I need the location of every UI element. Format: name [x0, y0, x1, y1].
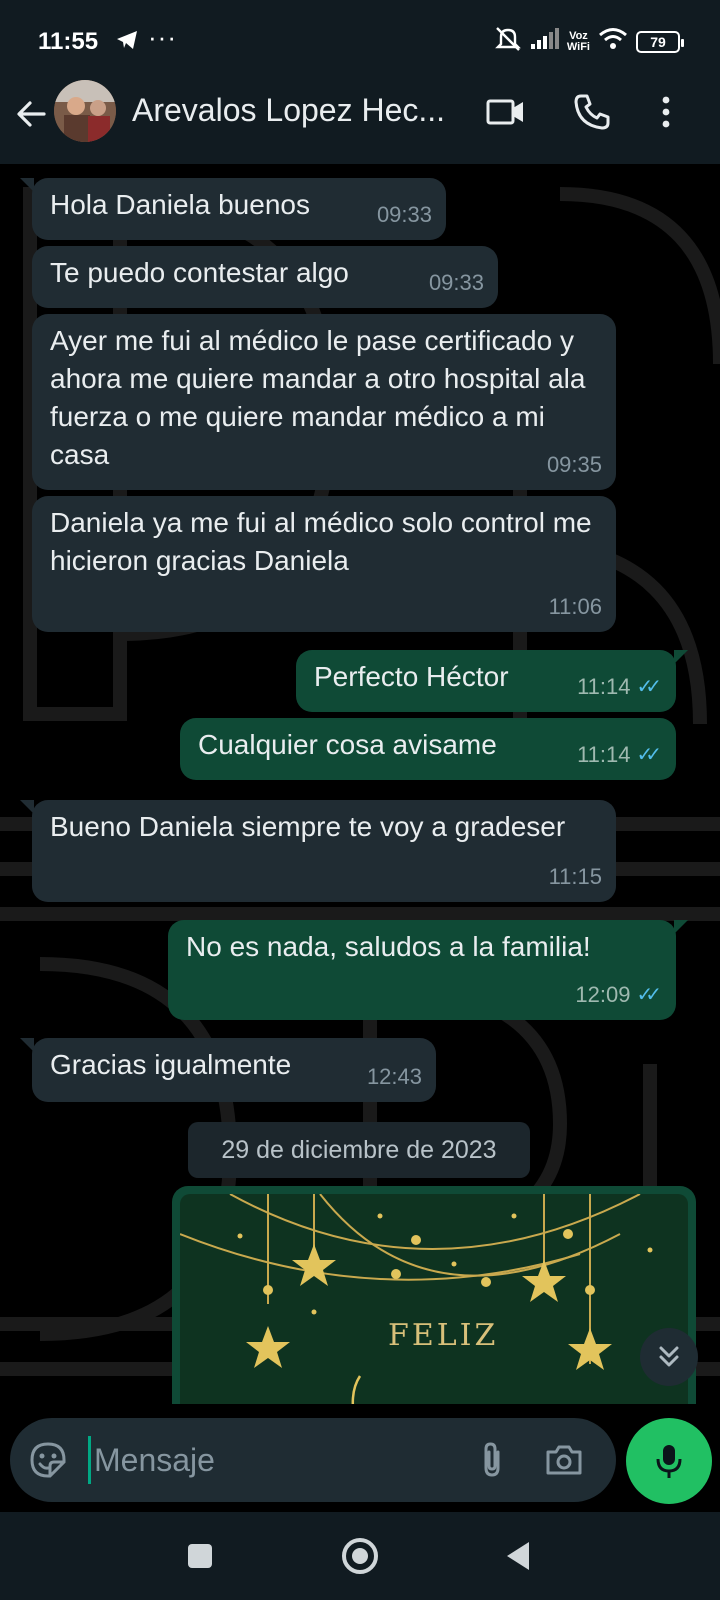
message-bubble-incoming[interactable]: Daniela ya me fui al médico solo control… [32, 496, 616, 632]
message-meta: 09:35 [547, 446, 602, 484]
message-text: Bueno Daniela siempre te voy a gradeser [50, 811, 566, 842]
message-input[interactable] [94, 1438, 454, 1482]
message-text: Daniela ya me fui al médico solo control… [50, 507, 592, 576]
voz-wifi-label: Voz WiFi [566, 30, 590, 53]
message-time: 11:14 [577, 742, 631, 767]
read-ticks-icon: ✓✓ [636, 744, 661, 766]
message-bubble-outgoing[interactable]: Perfecto Héctor 11:14 ✓✓ [296, 650, 688, 712]
phone-icon[interactable] [572, 92, 612, 132]
message-time: 09:33 [428, 270, 484, 295]
video-call-icon[interactable] [486, 92, 526, 132]
more-vertical-icon[interactable] [646, 92, 686, 132]
camera-icon[interactable] [544, 1440, 584, 1485]
message-meta: 09:33 [429, 264, 484, 302]
message-time: 11:15 [548, 864, 602, 889]
message-bubble-incoming[interactable]: Ayer me fui al médico le pase certificad… [32, 314, 616, 490]
status-bar: 11:55 ··· Voz WiFi 79 [0, 0, 720, 80]
message-bubble-outgoing[interactable]: Cualquier cosa avisame 11:14 ✓✓ [180, 718, 676, 780]
card-text: FELIZ [388, 1318, 499, 1353]
home-icon[interactable] [338, 1534, 382, 1578]
status-overflow: ··· [148, 22, 177, 52]
double-chevron-down-icon [659, 1346, 679, 1367]
back-arrow-icon[interactable] [14, 96, 50, 132]
back-nav-icon[interactable] [496, 1534, 540, 1578]
message-meta: 12:43 [367, 1058, 422, 1096]
message-time: 11:06 [548, 594, 602, 619]
message-bubble-incoming[interactable]: Bueno Daniela siempre te voy a gradeser … [20, 800, 616, 902]
message-meta: 11:15 [549, 858, 602, 896]
telegram-icon [116, 30, 138, 55]
voice-message-button[interactable] [626, 1418, 712, 1504]
battery-level: 79 [650, 33, 666, 50]
message-meta: 11:06 [549, 588, 602, 626]
system-nav-bar [0, 1512, 720, 1600]
text-caret [88, 1436, 91, 1484]
message-meta: 11:14 ✓✓ [577, 736, 662, 774]
mute-icon [493, 26, 523, 57]
message-text: No es nada, saludos a la familia! [186, 931, 591, 962]
message-bubble-incoming[interactable]: Te puedo contestar algo 09:33 [32, 246, 498, 308]
message-bubble-incoming[interactable]: Hola Daniela buenos 09:33 [20, 178, 446, 240]
message-text: Te puedo contestar algo [50, 257, 349, 288]
message-time: 09:35 [546, 452, 602, 477]
message-meta: 12:09 ✓✓ [575, 976, 662, 1014]
image-message[interactable]: FELIZ [172, 1186, 696, 1404]
battery-icon: 79 [636, 30, 684, 53]
message-composer[interactable] [10, 1418, 616, 1502]
message-bubble-outgoing[interactable]: No es nada, saludos a la familia! 12:09 ✓… [168, 920, 688, 1020]
chat-header: Arevalos Lopez Hec... [0, 80, 720, 164]
christmas-card-image: FELIZ [180, 1194, 688, 1404]
attach-clip-icon[interactable] [472, 1440, 512, 1485]
wifi-icon [598, 27, 628, 56]
message-time: 11:14 [577, 674, 631, 699]
composer-bar [0, 1404, 720, 1512]
read-ticks-icon: ✓✓ [636, 984, 661, 1006]
microphone-icon [656, 1445, 682, 1478]
sticker-emoji-icon[interactable] [28, 1440, 68, 1485]
message-bubble-incoming[interactable]: Gracias igualmente 12:43 [20, 1038, 436, 1102]
message-meta: 11:14 ✓✓ [577, 668, 662, 706]
scroll-down-button[interactable] [640, 1328, 698, 1386]
avatar[interactable] [54, 80, 116, 142]
chat-area[interactable]: Hola Daniela buenos 09:33 Te puedo conte… [0, 164, 720, 1404]
date-separator: 29 de diciembre de 2023 [188, 1122, 530, 1178]
wifi-label: WiFi [566, 40, 590, 53]
status-time: 11:55 [38, 28, 99, 55]
message-time: 09:33 [376, 202, 432, 227]
recent-apps-icon[interactable] [178, 1534, 222, 1578]
message-text: Hola Daniela buenos [50, 189, 310, 220]
contact-name[interactable]: Arevalos Lopez Hec... [132, 92, 472, 129]
message-time: 12:43 [366, 1064, 422, 1089]
message-text: Cualquier cosa avisame [198, 729, 497, 760]
message-text: Perfecto Héctor [314, 661, 509, 692]
signal-icon [530, 28, 559, 55]
message-text: Gracias igualmente [50, 1049, 292, 1080]
status-icons: Voz WiFi 79 [493, 26, 684, 57]
message-text: Ayer me fui al médico le pase certificad… [50, 325, 586, 470]
message-time: 12:09 [575, 982, 631, 1007]
read-ticks-icon: ✓✓ [636, 676, 661, 698]
message-meta: 09:33 [377, 196, 432, 234]
